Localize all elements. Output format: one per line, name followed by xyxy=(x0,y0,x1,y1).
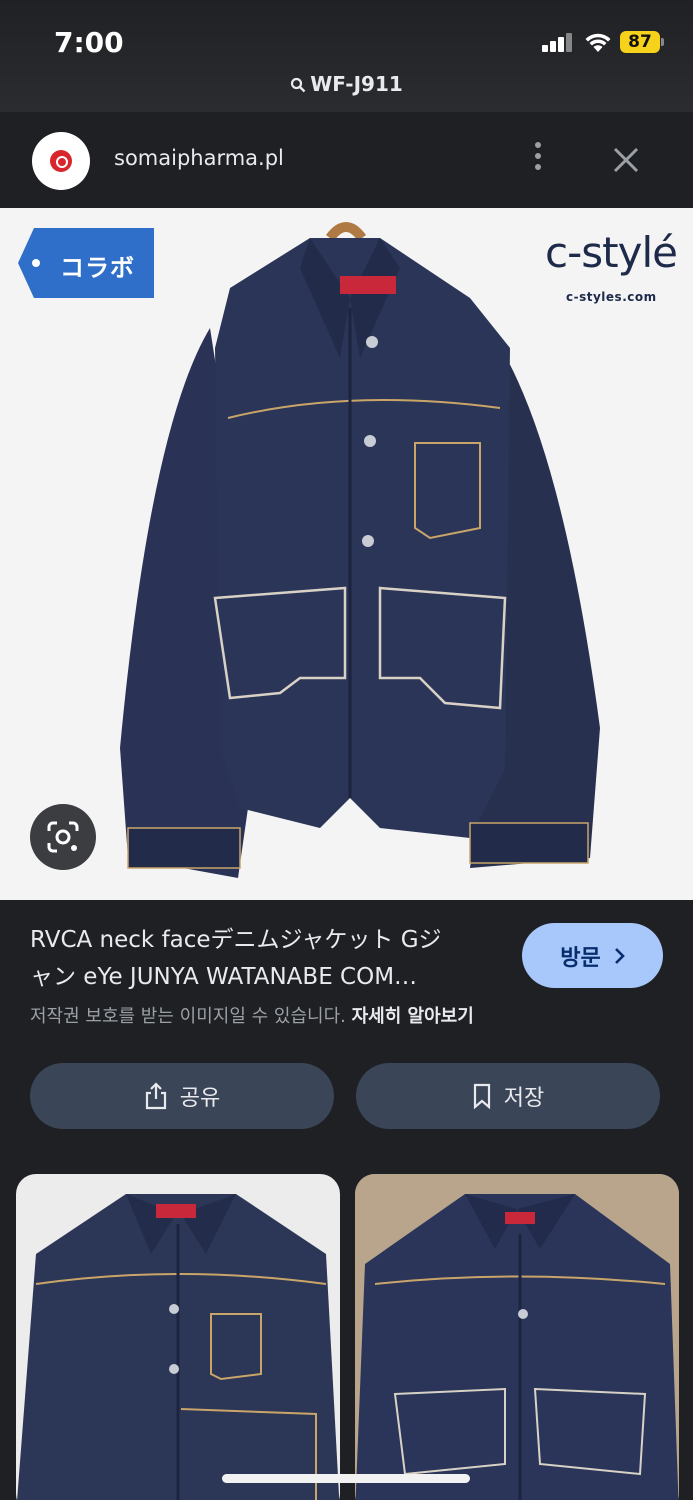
related-image-1[interactable] xyxy=(16,1174,340,1500)
search-query[interactable]: WF-J911 xyxy=(0,72,693,96)
result-title-line2: ャン eYe JUNYA WATANABE COM… xyxy=(30,964,418,990)
main-product-image[interactable]: コラボ c-stylé c-styles.com xyxy=(0,208,693,900)
site-favicon-icon xyxy=(32,132,90,190)
search-icon xyxy=(291,77,306,93)
home-indicator[interactable] xyxy=(222,1474,470,1483)
save-button-label: 저장 xyxy=(503,1086,545,1111)
search-query-text: WF-J911 xyxy=(310,72,403,96)
signal-icon xyxy=(542,32,574,52)
visit-button[interactable]: 방문 xyxy=(522,923,663,988)
denim-jacket-thumbnail xyxy=(17,1194,340,1500)
battery-tip xyxy=(661,38,664,46)
wifi-icon xyxy=(585,33,611,52)
chevron-right-icon xyxy=(614,947,625,964)
collab-badge-label: コラボ xyxy=(60,254,135,282)
denim-jacket-thumbnail xyxy=(355,1174,679,1500)
learn-more-link[interactable]: 자세히 알아보기 xyxy=(352,1006,474,1027)
lens-search-button[interactable] xyxy=(30,804,96,870)
watermark-url: c-styles.com xyxy=(566,290,657,304)
copyright-text: 저작권 보호를 받는 이미지일 수 있습니다. xyxy=(30,1006,346,1027)
save-button[interactable]: 저장 xyxy=(356,1063,660,1129)
copyright-notice: 저작권 보호를 받는 이미지일 수 있습니다. 자세히 알아보기 xyxy=(30,1002,474,1028)
related-image-2[interactable] xyxy=(355,1174,679,1500)
status-time: 7:00 xyxy=(54,26,124,59)
visit-button-label: 방문 xyxy=(560,945,601,971)
status-bar: 7:00 87 WF-J911 xyxy=(0,0,693,112)
source-domain[interactable]: somaipharma.pl xyxy=(114,146,284,170)
share-icon xyxy=(145,1082,166,1110)
more-vert-icon[interactable] xyxy=(530,142,546,178)
share-button-label: 공유 xyxy=(179,1086,221,1111)
result-title[interactable]: RVCA neck faceデニムジャケット Gジ ャン eYe JUNYA W… xyxy=(30,922,490,996)
close-icon[interactable] xyxy=(608,142,644,178)
denim-jacket-image xyxy=(120,222,600,878)
battery-indicator: 87 xyxy=(620,31,660,53)
source-header: somaipharma.pl xyxy=(0,112,693,208)
share-button[interactable]: 공유 xyxy=(30,1063,334,1129)
google-lens-icon xyxy=(47,821,79,853)
result-title-line1: RVCA neck faceデニムジャケット Gジ xyxy=(30,927,442,953)
bookmark-icon xyxy=(473,1083,490,1109)
watermark-logo: c-stylé xyxy=(545,228,678,277)
